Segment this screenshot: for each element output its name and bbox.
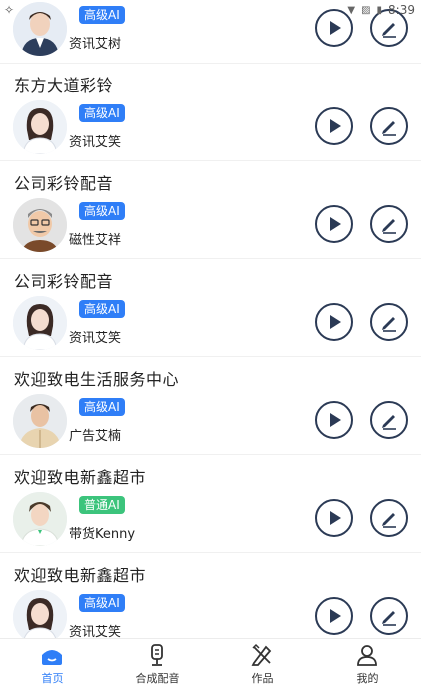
quality-badge: 高级AI — [79, 594, 125, 612]
play-icon — [330, 511, 341, 525]
section-title: 欢迎致电新鑫超市 — [14, 566, 147, 585]
play-button[interactable] — [315, 205, 353, 243]
voice-name: 资讯艾笑 — [69, 625, 122, 638]
voice-row[interactable]: 高级AI 资讯艾笑 — [0, 296, 421, 352]
no-sim-icon: ▨ — [361, 4, 371, 16]
voice-name: 资讯艾树 — [69, 37, 122, 52]
edit-button[interactable] — [370, 303, 408, 341]
status-time: 8:39 — [388, 3, 415, 17]
edit-button[interactable] — [370, 499, 408, 537]
wifi-icon: ▼ — [347, 4, 356, 16]
quality-badge: 高级AI — [79, 202, 125, 220]
edit-button[interactable] — [370, 107, 408, 145]
quality-badge: 高级AI — [79, 398, 125, 416]
edit-button[interactable] — [370, 597, 408, 635]
divider — [0, 356, 421, 357]
quality-badge: 高级AI — [79, 300, 125, 318]
tab-label: 首页 — [41, 672, 64, 684]
avatar — [13, 198, 67, 252]
status-indicators: ▼ ▨ ▮ 8:39 — [347, 3, 415, 17]
divider — [0, 454, 421, 455]
pencil-icon — [382, 415, 396, 430]
play-icon — [330, 217, 341, 231]
status-bar: ✧ ▼ ▨ ▮ 8:39 — [0, 0, 421, 22]
tab-label: 我的 — [356, 672, 379, 684]
avatar — [13, 590, 67, 638]
pencil-icon — [382, 611, 396, 626]
play-icon — [330, 413, 341, 427]
avatar — [13, 296, 67, 350]
profile-icon — [357, 645, 377, 666]
tab-label: 作品 — [251, 672, 274, 684]
play-button[interactable] — [315, 499, 353, 537]
section-title: 公司彩铃配音 — [14, 272, 114, 291]
divider — [0, 258, 421, 259]
avatar — [13, 394, 67, 448]
voice-name: 磁性艾祥 — [69, 233, 122, 248]
play-button[interactable] — [315, 401, 353, 439]
voice-row[interactable]: 高级AI 磁性艾祥 — [0, 198, 421, 254]
play-icon — [330, 119, 341, 133]
section-title: 欢迎致电新鑫超市 — [14, 468, 147, 487]
play-icon — [330, 609, 341, 623]
quality-badge: 普通AI — [79, 496, 125, 514]
section-title: 欢迎致电生活服务中心 — [14, 370, 180, 389]
voice-row[interactable]: 普通AI 带货Kenny — [0, 492, 421, 548]
voice-row[interactable]: 高级AI 资讯艾笑 — [0, 590, 421, 638]
play-icon — [330, 315, 341, 329]
battery-icon: ▮ — [376, 4, 383, 16]
edit-button[interactable] — [370, 205, 408, 243]
play-button[interactable] — [315, 303, 353, 341]
divider — [0, 160, 421, 161]
voice-name: 带货Kenny — [69, 527, 136, 542]
divider — [0, 63, 421, 64]
play-button[interactable] — [315, 597, 353, 635]
tab-synthesis[interactable]: 合成配音 — [105, 639, 210, 684]
pencil-icon — [382, 219, 396, 234]
voice-row[interactable]: 高级AI 广告艾楠 — [0, 394, 421, 450]
home-icon — [42, 650, 62, 665]
tab-home[interactable]: 首页 — [0, 639, 105, 684]
bottom-tab-bar: 首页 合成配音 作品 我的 — [0, 638, 421, 684]
tab-works[interactable]: 作品 — [210, 639, 315, 684]
voice-name: 资讯艾笑 — [69, 135, 122, 150]
tab-profile[interactable]: 我的 — [315, 639, 420, 684]
voice-list[interactable]: 高级AI 资讯艾树 东方大道彩铃 高级AI 资讯艾笑 公司彩铃配音 高级AI 磁… — [0, 0, 421, 638]
pencil-icon — [382, 513, 396, 528]
voice-name: 广告艾楠 — [69, 429, 122, 444]
section-title: 东方大道彩铃 — [14, 76, 114, 95]
microphone-icon — [151, 644, 163, 666]
divider — [0, 552, 421, 553]
voice-name: 资讯艾笑 — [69, 331, 122, 346]
avatar — [13, 100, 67, 154]
play-button[interactable] — [315, 107, 353, 145]
pencil-icon — [382, 121, 396, 136]
section-title: 公司彩铃配音 — [14, 174, 114, 193]
edit-button[interactable] — [370, 401, 408, 439]
works-icon — [251, 643, 272, 666]
pencil-icon — [382, 317, 396, 332]
notification-icon: ✧ — [4, 3, 15, 17]
tab-label: 合成配音 — [135, 672, 180, 684]
voice-row[interactable]: 高级AI 资讯艾笑 — [0, 100, 421, 156]
avatar — [13, 492, 67, 546]
quality-badge: 高级AI — [79, 104, 125, 122]
